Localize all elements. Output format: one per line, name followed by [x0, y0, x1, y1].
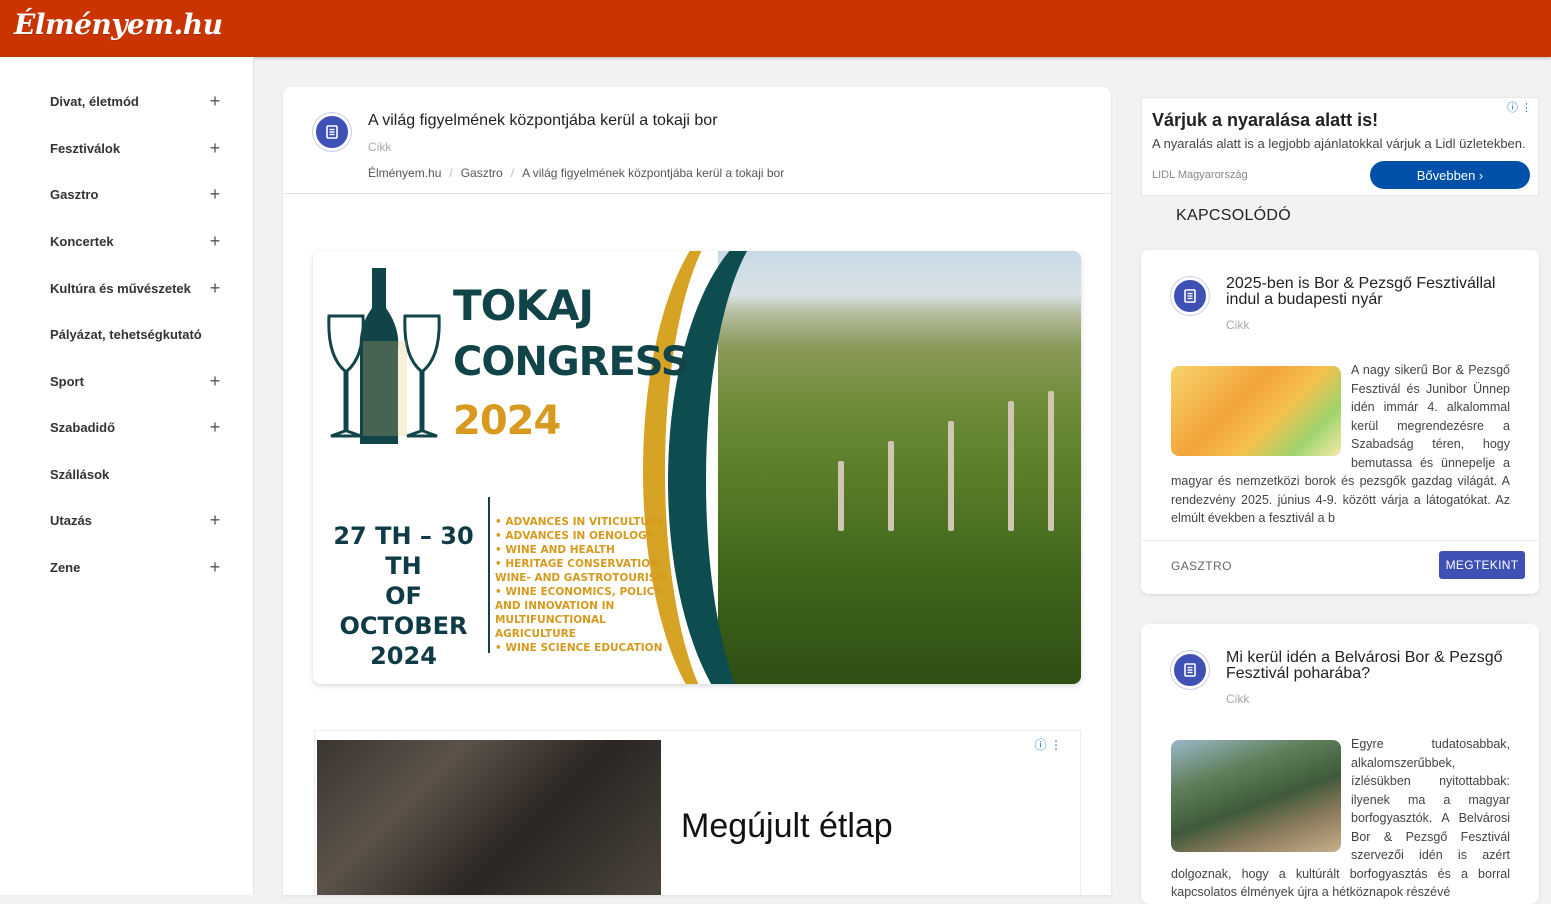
top-bar: Élményem.hu — [0, 0, 1551, 57]
banner-topic: • ADVANCES IN OENOLOGY — [495, 530, 655, 542]
banner-topic: • WINE ECONOMICS, POLICY, — [495, 586, 665, 598]
ad-info-icon[interactable]: ⓘ ⋮ — [1507, 99, 1532, 115]
banner-topic: • WINE SCIENCE EDUCATION — [495, 642, 663, 654]
banner-topic: • HERITAGE CONSERVATION, — [495, 558, 663, 570]
article-document-icon — [313, 113, 351, 151]
article-document-icon — [1171, 651, 1209, 689]
sidebar-item-szabadido[interactable]: Szabadidő + — [50, 415, 222, 439]
expand-plus-icon[interactable]: + — [208, 185, 222, 203]
related-card: Mi kerül idén a Belvárosi Bor & Pezsgő F… — [1141, 624, 1539, 904]
banner-topic: AGRICULTURE — [495, 628, 576, 640]
related-type: Cikk — [1226, 692, 1250, 706]
sidebar-item-fesztivalok[interactable]: Fesztiválok + — [50, 136, 222, 160]
ad-headline[interactable]: Megújult étlap — [681, 807, 893, 846]
sidebar-item-label: Fesztiválok — [50, 140, 121, 156]
expand-plus-icon[interactable]: + — [208, 139, 222, 157]
banner-date-line: 27 TH – 30 TH — [333, 522, 474, 580]
sidebar-item-kultura[interactable]: Kultúra és művészetek + — [50, 276, 222, 300]
breadcrumb-separator: / — [449, 166, 453, 180]
related-excerpt: A nagy sikerű Bor & Pezsgő Fesztivál és … — [1171, 361, 1510, 528]
expand-plus-icon[interactable]: + — [208, 558, 222, 576]
related-card: 2025-ben is Bor & Pezsgő Fesztivállal in… — [1141, 250, 1539, 594]
article-type: Cikk — [368, 140, 392, 154]
sidebar-item-zene[interactable]: Zene + — [50, 555, 222, 579]
expand-plus-icon[interactable]: + — [208, 418, 222, 436]
related-title[interactable]: 2025-ben is Bor & Pezsgő Fesztivállal in… — [1226, 276, 1516, 308]
banner-topic: WINE- AND GASTROTOURISM — [495, 572, 667, 584]
sidebar-item-sport[interactable]: Sport + — [50, 369, 222, 393]
banner-date-line: 2024 — [370, 642, 437, 670]
sidebar-item-szallasok[interactable]: Szállások — [50, 462, 222, 486]
sidebar-item-label: Kultúra és művészetek — [50, 280, 191, 296]
expand-plus-icon[interactable]: + — [208, 279, 222, 297]
lidl-more-button[interactable]: Bővebben › — [1370, 161, 1530, 189]
sidebar-item-label: Utazás — [50, 512, 92, 528]
restaurant-ad[interactable]: Megújult étlap ⓘ ⋮ — [314, 730, 1081, 895]
breadcrumb-current: A világ figyelmének központjába kerül a … — [522, 166, 785, 180]
banner-dates: 27 TH – 30 TH OF OCTOBER 2024 — [321, 521, 486, 671]
sidebar-item-label: Gasztro — [50, 186, 99, 202]
related-excerpt: Egyre tudatosabbak, alkalomszerűbbek, íz… — [1171, 735, 1510, 902]
festival-poster-thumbnail[interactable] — [1171, 366, 1341, 456]
lidl-ad-subtitle: A nyaralás alatt is a legjobb ajánlatokk… — [1152, 136, 1526, 151]
banner-divider — [488, 497, 490, 653]
sidebar-item-label: Zene — [50, 559, 81, 575]
lidl-ad-brand: LIDL Magyarország — [1152, 169, 1248, 181]
banner-title-congress: CONGRESS — [453, 339, 690, 385]
wine-glasses-icon — [327, 314, 441, 438]
sidebar-item-palyazat[interactable]: Pályázat, tehetségkutató — [50, 322, 222, 346]
sidebar-item-label: Divat, életmód — [50, 93, 139, 109]
article-title: A világ figyelmének központjába kerül a … — [368, 112, 718, 129]
breadcrumb-home[interactable]: Élményem.hu — [368, 166, 441, 180]
sidebar-item-label: Pályázat, tehetségkutató — [50, 326, 202, 342]
restaurant-photo — [317, 740, 661, 895]
sidebar-item-gasztro[interactable]: Gasztro + — [50, 182, 222, 206]
sidebar-item-label: Szállások — [50, 466, 110, 482]
sidebar-item-label: Szabadidő — [50, 419, 116, 435]
expand-plus-icon[interactable]: + — [208, 232, 222, 250]
banner-topic: • ADVANCES IN VITICULTURE — [495, 516, 665, 528]
expand-plus-icon[interactable]: + — [208, 372, 222, 390]
banner-topic: AND INNOVATION IN MULTIFUNCTIONAL — [495, 600, 615, 626]
expand-plus-icon[interactable]: + — [208, 92, 222, 110]
related-title[interactable]: Mi kerül idén a Belvárosi Bor & Pezsgő F… — [1226, 650, 1516, 682]
tokaj-congress-banner: TOKAJ CONGRESS 2024 27 TH – 30 TH OF OCT… — [313, 251, 1081, 684]
lidl-ad[interactable]: ⓘ ⋮ Várjuk a nyaralása alatt is! A nyara… — [1141, 97, 1539, 196]
article-document-icon — [1171, 277, 1209, 315]
article-divider — [283, 193, 1111, 194]
breadcrumb-category[interactable]: Gasztro — [461, 166, 503, 180]
banner-title-tokaj: TOKAJ — [453, 281, 594, 330]
breadcrumb-separator: / — [510, 166, 515, 180]
related-type: Cikk — [1226, 318, 1250, 332]
sidebar-item-label: Koncertek — [50, 233, 114, 249]
sidebar-item-utazas[interactable]: Utazás + — [50, 508, 222, 532]
lidl-ad-title[interactable]: Várjuk a nyaralása alatt is! — [1152, 110, 1378, 131]
banner-topic-list: • ADVANCES IN VITICULTURE • ADVANCES IN … — [495, 515, 725, 655]
sidebar-item-koncertek[interactable]: Koncertek + — [50, 229, 222, 253]
sidebar-item-label: Sport — [50, 373, 84, 389]
banner-date-line: OF OCTOBER — [339, 582, 468, 640]
site-logo[interactable]: Élményem.hu — [14, 8, 223, 41]
breadcrumb: Élményem.hu / Gasztro / A világ figyelmé… — [368, 166, 784, 180]
related-category[interactable]: GASZTRO — [1171, 559, 1232, 573]
sidebar-nav: Divat, életmód + Fesztiválok + Gasztro +… — [0, 57, 254, 895]
card-divider — [1141, 540, 1539, 541]
ad-info-icon[interactable]: ⓘ ⋮ — [1035, 736, 1062, 753]
banner-topic: • WINE AND HEALTH — [495, 544, 615, 556]
banner-year: 2024 — [453, 398, 561, 444]
sidebar-item-divat[interactable]: Divat, életmód + — [50, 89, 222, 113]
article-card: A világ figyelmének központjába kerül a … — [283, 87, 1111, 895]
related-heading: KAPCSOLÓDÓ — [1176, 207, 1292, 224]
festival-crowd-thumbnail[interactable] — [1171, 740, 1341, 852]
view-button[interactable]: MEGTEKINT — [1439, 551, 1525, 579]
expand-plus-icon[interactable]: + — [208, 511, 222, 529]
